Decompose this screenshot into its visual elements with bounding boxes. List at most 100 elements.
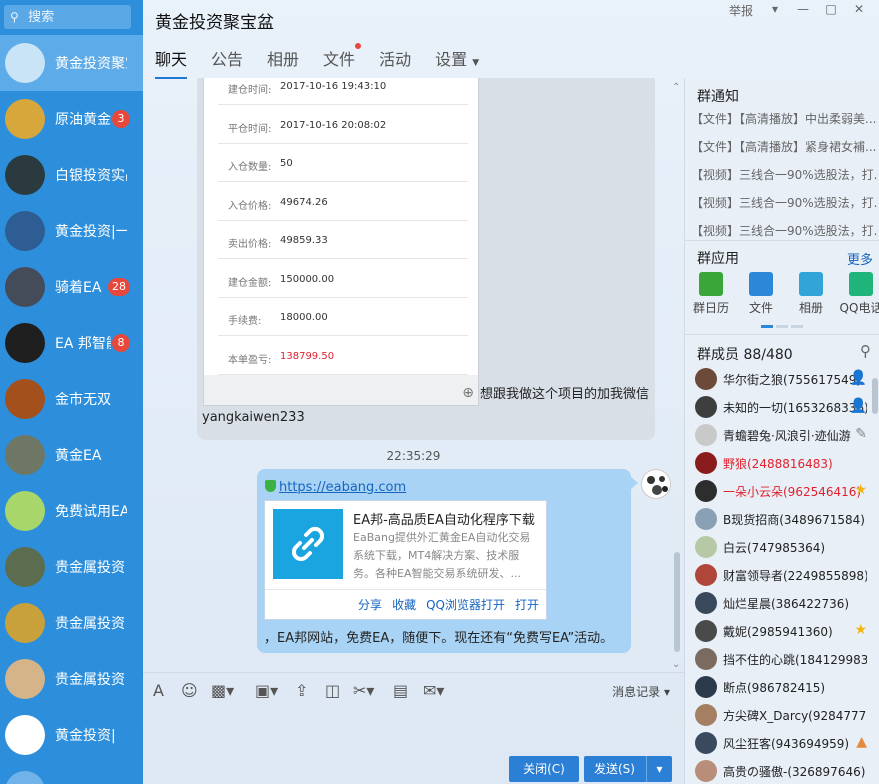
conversation-item[interactable]: 白银投资实战 (0, 147, 143, 203)
conversation-name: 贵金属投资 (55, 560, 125, 576)
conversation-item[interactable]: 贵金属投资 (0, 539, 143, 595)
apps-pager (761, 325, 803, 328)
notice-item[interactable]: 【视频】三线合一90%选股法，打... (691, 166, 877, 183)
member-item[interactable]: 青蟾碧兔·风浪引·迹仙游 ✎ (695, 422, 875, 450)
collapse-down-icon[interactable]: ⌄ (672, 659, 680, 670)
member-star-icon: ★ (854, 622, 867, 638)
member-name: 断点(986782415) (723, 681, 826, 695)
member-item[interactable]: 未知的一切(1653268336) 👤 (695, 394, 875, 422)
tab-announcement[interactable]: 公告 (211, 46, 243, 79)
chat-messages[interactable]: 建仓时间: 2017-10-16 19:43:10 平仓时间: 2017-10-16 … (143, 78, 684, 672)
tab-activity[interactable]: 活动 (379, 46, 411, 79)
send-button[interactable]: 发送(S) ▾ (584, 756, 672, 782)
upload-icon[interactable]: ⇪ (295, 681, 308, 700)
tab-files[interactable]: 文件 (323, 43, 362, 79)
message-history-button[interactable]: 消息记录 ▾ (612, 683, 670, 700)
close-icon[interactable]: ✕ (845, 2, 873, 20)
conversation-item[interactable] (0, 763, 143, 784)
font-icon[interactable]: A (153, 681, 164, 700)
avatar[interactable] (641, 469, 671, 499)
link-url[interactable]: https://eabang.com (265, 480, 406, 495)
tab-chat[interactable]: 聊天 (155, 46, 188, 79)
send-options-icon[interactable]: ▾ (646, 756, 672, 782)
zoom-icon[interactable]: ⊕ (462, 385, 474, 401)
conversation-item[interactable]: 黄金投资| (0, 707, 143, 763)
member-item[interactable]: 高贵の骚傲-(326897646) (695, 758, 875, 784)
gif-icon[interactable]: ▩▾ (211, 681, 234, 700)
search-input[interactable]: ⚲ 搜索 (4, 5, 131, 29)
maximize-icon[interactable]: □ (817, 2, 845, 20)
notice-item[interactable]: 【文件】【高清播放】紧身裙女補... (691, 138, 877, 155)
tab-album[interactable]: 相册 (267, 46, 299, 79)
member-item[interactable]: 华尔街之狼(755617549) 👤 (695, 366, 875, 394)
trade-row-key: 本单盈亏: (228, 354, 272, 366)
member-name: 财富领导者(2249855898) (723, 569, 867, 583)
more-apps-link[interactable]: 更多 (847, 249, 873, 268)
pager-dot[interactable] (776, 325, 788, 328)
open-button[interactable]: 打开 (515, 596, 539, 613)
chat-scrollbar[interactable]: ⌃ ⌄ (672, 82, 682, 670)
open-in-browser-button[interactable]: QQ浏览器打开 (426, 596, 505, 613)
report-button[interactable]: 举报 (721, 2, 761, 20)
member-item[interactable]: 白云(747985364) (695, 534, 875, 562)
link-preview-card[interactable]: EA邦-高品质EA自动化程序下载 EaBang提供外汇黄金EA自动化交易系统下载… (264, 500, 547, 620)
conversation-item[interactable]: 免费试用EA (0, 483, 143, 539)
member-item[interactable]: 戴妮(2985941360) ★ (695, 618, 875, 646)
member-item[interactable]: 一朵小云朵(962546416) ★ (695, 478, 875, 506)
member-item[interactable]: 财富领导者(2249855898) (695, 562, 875, 590)
trade-row-value: 150000.00 (280, 273, 335, 285)
member-item[interactable]: 灿烂星晨(386422736) (695, 590, 875, 618)
close-button[interactable]: 关闭(C) (509, 756, 579, 782)
notice-item[interactable]: 【文件】【高清播放】中出柔弱美... (691, 110, 877, 127)
conversation-item[interactable]: 黄金投资|一 (0, 203, 143, 259)
pager-dot[interactable] (791, 325, 803, 328)
chat-scroll-thumb[interactable] (674, 552, 680, 652)
group-app-item[interactable]: 相册 (785, 272, 837, 316)
conversation-item[interactable]: 金市无双 (0, 371, 143, 427)
share-button[interactable]: 分享 (358, 596, 382, 613)
member-item[interactable]: 断点(986782415) (695, 674, 875, 702)
conversation-item[interactable]: 贵金属投资 (0, 595, 143, 651)
new-dot-icon (355, 43, 362, 49)
conversation-item[interactable]: 黄金投资聚宝盆 (0, 35, 143, 91)
member-item[interactable]: 风尘狂客(943694959) ▲ (695, 730, 875, 758)
screenshot-icon[interactable]: ✂▾ (353, 681, 374, 700)
emoji-icon[interactable]: ☺ (181, 681, 198, 700)
chevron-down-icon[interactable]: ▾ (761, 2, 789, 20)
favorite-button[interactable]: 收藏 (392, 596, 416, 613)
gift-icon[interactable]: ◫ (325, 681, 340, 700)
conversation-item[interactable]: 贵金属投资 (0, 651, 143, 707)
pager-dot[interactable] (761, 325, 773, 328)
doc-icon[interactable]: ▤ (393, 681, 408, 700)
more-tools-icon[interactable]: ✉▾ (423, 681, 444, 700)
member-item[interactable]: 挡不住的心跳(1841299834) (695, 646, 875, 674)
tab-settings[interactable]: 设置 ▼ (435, 46, 479, 79)
member-item[interactable]: B现货招商(3489671584) (695, 506, 875, 534)
minimize-icon[interactable]: — (789, 2, 817, 20)
trade-row-value: 49859.33 (280, 235, 328, 246)
trade-row-value: 49674.26 (280, 196, 328, 208)
trade-screenshot-image[interactable]: 建仓时间: 2017-10-16 19:43:10 平仓时间: 2017-10-16 … (203, 78, 479, 406)
notice-item[interactable]: 【视频】三线合一90%选股法，打... (691, 194, 877, 211)
trade-row-value: 138799.50 (280, 350, 335, 362)
member-item[interactable]: 方尖碑X_Darcy(928477796) (695, 702, 875, 730)
member-item[interactable]: 野狼(2488816483) (695, 450, 875, 478)
history-label: 消息记录 (612, 685, 661, 699)
group-app-item[interactable]: 群日历 (685, 272, 737, 316)
image-icon[interactable]: ▣▾ (255, 681, 278, 700)
conversation-item[interactable]: 黄金EA (0, 427, 143, 483)
sent-link-message[interactable]: https://eabang.com EA邦-高品质EA自动化程序下载 EaBa… (257, 469, 638, 653)
collapse-up-icon[interactable]: ⌃ (672, 82, 680, 93)
group-app-item[interactable]: 文件 (735, 272, 787, 316)
notice-item[interactable]: 【视频】三线合一90%选股法，打... (691, 222, 877, 239)
member-scrollbar[interactable] (872, 378, 878, 414)
received-image-message[interactable]: 建仓时间: 2017-10-16 19:43:10 平仓时间: 2017-10-16 … (197, 78, 655, 440)
member-search-icon[interactable]: ⚲ (860, 342, 871, 360)
avatar (695, 452, 717, 474)
conversation-item[interactable]: 骑着EA 28 (0, 259, 143, 315)
group-app-item[interactable]: QQ电话 (835, 272, 879, 316)
conversation-item[interactable]: 原油黄金交流3 (0, 91, 143, 147)
trade-row: 入仓数量: 50 (218, 144, 468, 182)
trade-row-key: 入仓数量: (228, 162, 272, 173)
conversation-item[interactable]: EA 邦智能8 (0, 315, 143, 371)
